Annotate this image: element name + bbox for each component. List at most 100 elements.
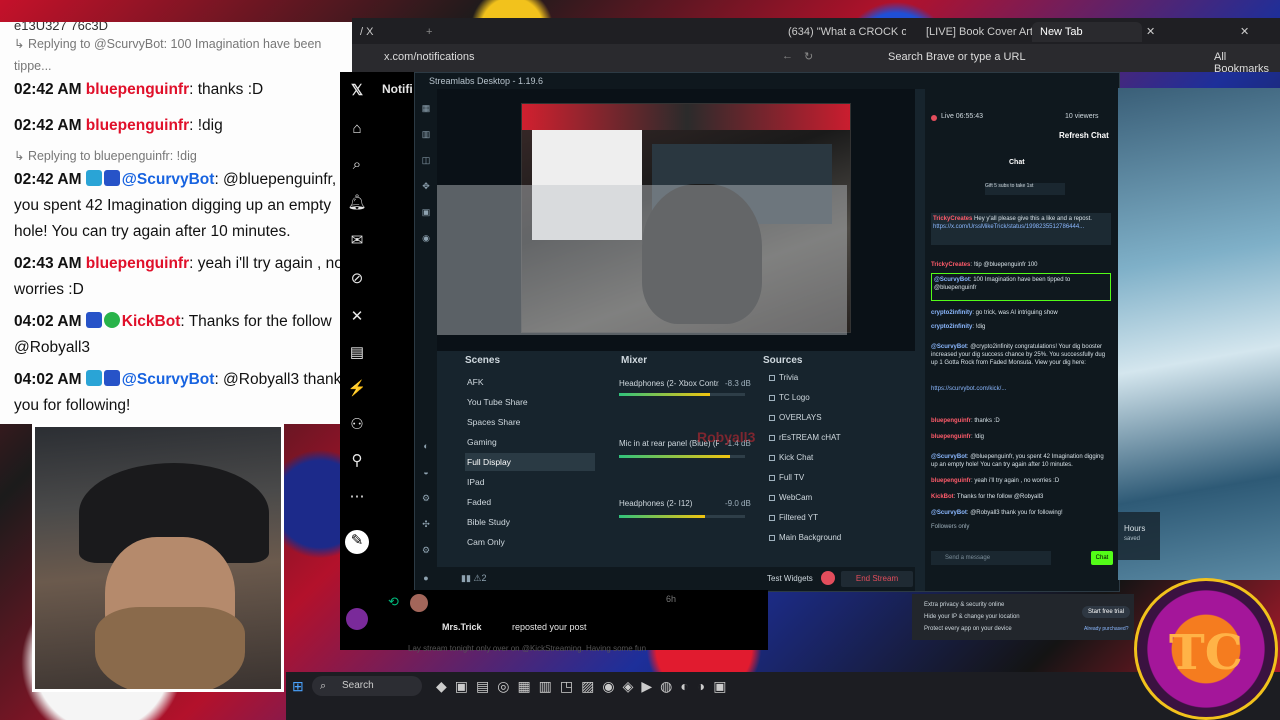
refresh-chat-button[interactable]: Refresh Chat — [1059, 131, 1109, 140]
highlighter-icon[interactable]: ◉ — [420, 233, 432, 245]
source-item[interactable]: Filtered YT — [779, 513, 818, 522]
source-icon — [769, 475, 775, 481]
chat-title: Chat — [1009, 159, 1025, 166]
communities-icon[interactable]: ⚇ — [346, 414, 368, 436]
source-item[interactable]: TC Logo — [779, 393, 810, 402]
profile-icon[interactable]: ● — [420, 573, 432, 585]
bookmarks-icon[interactable]: ▤ — [346, 342, 368, 364]
tab-youtube[interactable]: (634) "What a CROCK of S***!" Pi — [780, 22, 906, 42]
reply-line: ↳ Replying to bluepenguinfr: !dig — [14, 149, 197, 163]
source-item[interactable]: Full TV — [779, 473, 804, 482]
source-icon — [769, 375, 775, 381]
scene-item-active[interactable]: Full Display — [465, 453, 595, 471]
scene-item[interactable]: IPad — [465, 473, 595, 491]
mixer-title: Mixer — [621, 355, 648, 366]
stats-icon[interactable]: ▮▮ ⚠2 — [461, 573, 486, 584]
more-icon[interactable]: ⋯ — [346, 486, 368, 508]
apps-icon[interactable]: ✥ — [420, 181, 432, 193]
source-item[interactable]: Main Background — [779, 533, 841, 542]
scene-item[interactable]: Gaming — [465, 433, 595, 451]
dashboard-icon[interactable]: ◐ — [420, 441, 432, 453]
tab-live-book[interactable]: [LIVE] Book Cover Art Project — [918, 22, 1036, 42]
lists-icon[interactable]: ⚡ — [346, 378, 368, 400]
hammer-badge-icon — [103, 370, 120, 386]
tab-x[interactable]: / X — [352, 22, 381, 42]
messages-icon[interactable]: ✉ — [346, 230, 368, 252]
alertbox-icon[interactable]: ◒ — [420, 467, 432, 479]
sources-dock: Sources Trivia TC Logo OVERLAYS rEsTREAM… — [759, 353, 909, 553]
streamlabs-chat-panel: Live 06:55:43 10 viewers Refresh Chat Ch… — [925, 89, 1119, 591]
source-item[interactable]: rEsTREAM cHAT — [779, 433, 841, 442]
source-item[interactable]: OVERLAYS — [779, 413, 822, 422]
close-tab-icon[interactable]: ✕ — [1138, 22, 1163, 42]
mixer-dock: Mixer Headphones (2- Xbox Contr... -8.3 … — [615, 353, 755, 553]
notification-user[interactable]: Mrs.Trick — [442, 622, 482, 632]
studio-mode-icon[interactable]: ✣ — [420, 519, 432, 531]
hours-card: Hours saved — [1118, 512, 1160, 560]
store-icon[interactable]: ▣ — [420, 207, 432, 219]
chat-send-button[interactable]: Chat — [1091, 551, 1113, 565]
post-button-icon[interactable]: ✎ — [345, 530, 369, 554]
avatar[interactable] — [346, 608, 368, 630]
ad-line: Extra privacy & security online — [924, 602, 1005, 608]
chat-input[interactable]: Send a message — [931, 551, 1051, 565]
scene-item[interactable]: Cam Only — [465, 533, 595, 551]
grok-icon[interactable]: ⊘ — [346, 268, 368, 290]
chat-message: 04:02 AM @ScurvyBot: @Robyall3 thank you… — [14, 370, 342, 414]
x-premium-icon[interactable]: ✕ — [346, 306, 368, 328]
beard — [95, 607, 245, 689]
followers-only-label: Followers only — [931, 524, 970, 530]
search-address-input[interactable]: Search Brave or type a URL — [888, 51, 1026, 63]
scene-item[interactable]: AFK — [465, 373, 595, 391]
chat-notice: Gift 5 subs to take 1st — [985, 183, 1065, 195]
already-purchased-link[interactable]: Already purchased? — [1084, 626, 1128, 632]
source-item[interactable]: Kick Chat — [779, 453, 813, 462]
chat-line: bluepenguinfr: thanks :D — [931, 418, 1000, 424]
window-close-icon[interactable]: ✕ — [1232, 22, 1257, 42]
taskbar-search[interactable]: Search — [312, 676, 422, 696]
layout-icon[interactable]: ▥ — [420, 129, 432, 141]
url-bar[interactable]: x.com/notifications — [384, 51, 474, 63]
reload-icon[interactable]: ↻ — [804, 50, 813, 63]
back-icon[interactable]: ← — [782, 50, 793, 62]
stream-preview[interactable] — [437, 89, 915, 351]
taskbar-apps[interactable]: ◆▣▤◎▦▥◳▨◉◈▶◍◐◑▣ — [436, 678, 734, 695]
chat-line-highlight: @ScurvyBot: 100 Imagination have been ti… — [931, 273, 1111, 301]
windows-start-icon[interactable]: ⊞ — [292, 678, 304, 695]
start-trial-button[interactable]: Start free trial — [1082, 606, 1130, 618]
scene-item[interactable]: Faded — [465, 493, 595, 511]
home-icon[interactable]: ⌂ — [346, 118, 368, 140]
all-bookmarks[interactable]: All Bookmarks — [1214, 51, 1280, 75]
mixer-db: -9.0 dB — [725, 499, 751, 508]
chat-overlay-cut-text: e13U327 76c3D — [14, 22, 108, 33]
chat-link[interactable]: https://scurvybot.com/kick/... — [931, 385, 1111, 393]
scene-item[interactable]: Spaces Share — [465, 413, 595, 431]
browser-toolbar: x.com/notifications ← ↻ Search Brave or … — [352, 44, 1280, 75]
hammer-badge-icon — [85, 312, 102, 328]
source-item[interactable]: Trivia — [779, 373, 798, 382]
streamlabs-window: Streamlabs Desktop - 1.19.6 ▦ ▥ ◫ ✥ ▣ ◉ … — [414, 72, 1120, 593]
search-icon[interactable]: ⌕ — [346, 154, 368, 176]
gear-icon[interactable]: ⚙ — [420, 545, 432, 557]
tab-new-tab[interactable]: New Tab — [1032, 22, 1142, 42]
record-icon[interactable] — [821, 571, 835, 585]
scene-item[interactable]: Bible Study — [465, 513, 595, 531]
mixer-level — [619, 515, 705, 518]
x-sidebar: 𝕏 ⌂ ⌕ 🔔︎ ✉ ⊘ ✕ ▤ ⚡ ⚇ ⚲ ⋯ ✎ — [340, 72, 376, 650]
scene-item[interactable]: You Tube Share — [465, 393, 595, 411]
profile-icon[interactable]: ⚲ — [346, 450, 368, 472]
notifications-icon[interactable]: 🔔︎ — [346, 192, 368, 214]
x-logo-icon[interactable]: 𝕏 — [346, 80, 368, 102]
pinned-message: TrickyCreates Hey y'all please give this… — [931, 213, 1111, 245]
x-notification[interactable]: ⟲ 6h Mrs.Trick reposted your post Lay st… — [376, 590, 768, 653]
settings-icon[interactable]: ⚙ — [420, 493, 432, 505]
source-item[interactable]: WebCam — [779, 493, 812, 502]
test-widgets-button[interactable]: Test Widgets — [767, 574, 813, 583]
editor-icon[interactable]: ▦ — [420, 103, 432, 115]
themes-icon[interactable]: ◫ — [420, 155, 432, 167]
live-indicator-icon — [931, 115, 937, 121]
new-tab-plus-icon[interactable]: + — [418, 22, 440, 42]
end-stream-button[interactable]: End Stream — [841, 571, 913, 587]
scene-overlay — [437, 185, 847, 335]
search-icon: ⌕ — [320, 680, 327, 692]
